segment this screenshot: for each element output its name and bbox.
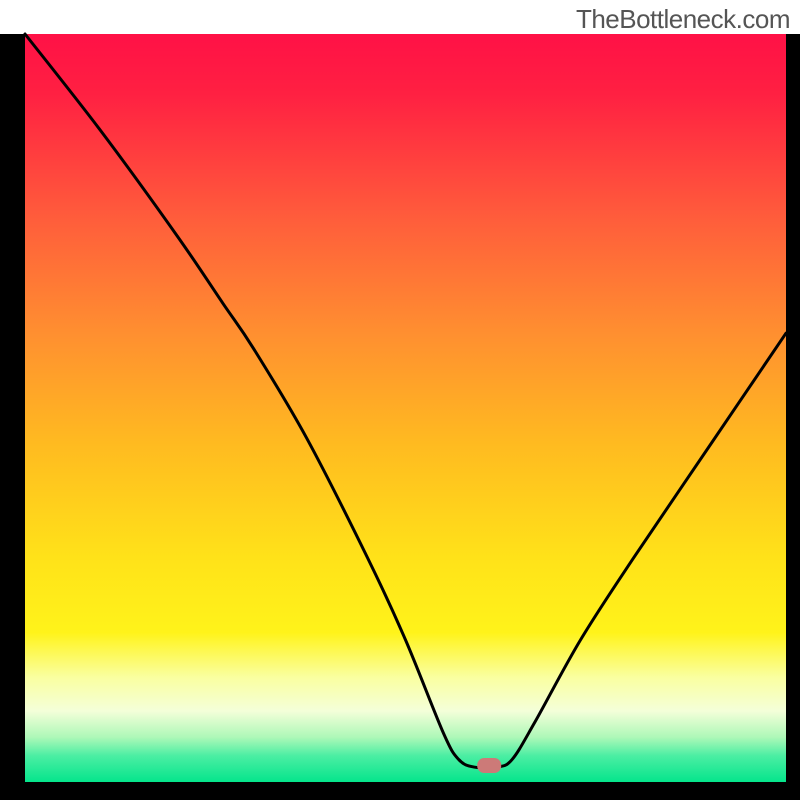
watermark-text: TheBottleneck.com (576, 4, 790, 35)
optimum-marker (477, 758, 501, 773)
chart-svg (0, 0, 800, 800)
plot-background (25, 34, 786, 782)
chart-svg-container (0, 0, 800, 800)
chart-frame: { "watermark": "TheBottleneck.com", "cha… (0, 0, 800, 800)
